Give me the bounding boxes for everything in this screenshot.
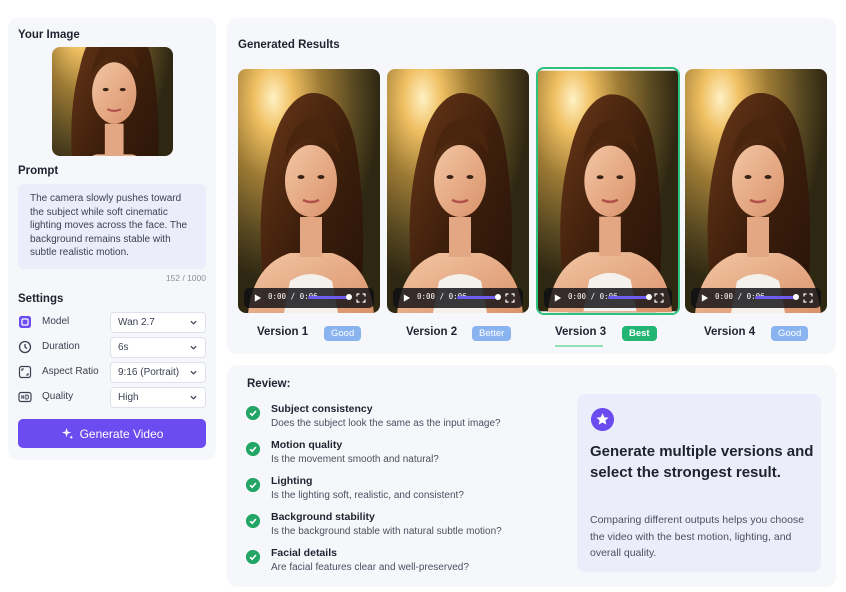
fullscreen-icon[interactable]	[356, 293, 366, 303]
setting-label: Aspect Ratio	[42, 366, 99, 377]
select-value: Wan 2.7	[118, 317, 155, 328]
video-controls: 0:00 / 0:06	[393, 288, 523, 308]
aspect-ratio-select[interactable]: 9:16 (Portrait)	[110, 362, 206, 383]
quality-select[interactable]: High	[110, 387, 206, 408]
progress-track[interactable]	[755, 296, 797, 299]
progress-knob[interactable]	[793, 294, 799, 300]
chevron-down-icon	[190, 395, 197, 400]
check-circle-icon	[246, 514, 260, 528]
results-panel: Generated Results 0:00 / 0:06 Version 1 …	[227, 18, 836, 354]
criterion-desc: Is the movement smooth and natural?	[271, 454, 439, 465]
criterion-title: Lighting	[271, 475, 313, 487]
check-circle-icon	[246, 442, 260, 456]
select-value: 6s	[118, 342, 129, 353]
generate-video-button[interactable]: Generate Video	[18, 419, 206, 448]
fullscreen-icon[interactable]	[654, 293, 664, 303]
video-controls: 0:00 / 0:06	[691, 288, 821, 308]
selected-indicator	[555, 345, 603, 347]
play-icon[interactable]	[700, 293, 709, 303]
criterion-title: Background stability	[271, 511, 375, 523]
play-icon[interactable]	[253, 293, 262, 303]
prompt-textarea[interactable]: The camera slowly pushes toward the subj…	[18, 184, 206, 269]
model-icon	[19, 316, 31, 328]
sparkle-icon	[61, 427, 73, 440]
prompt-title: Prompt	[18, 165, 59, 177]
quality-badge: Best	[622, 326, 657, 341]
quality-badge: Good	[324, 326, 362, 341]
progress-track[interactable]	[308, 296, 350, 299]
clock-icon	[18, 340, 32, 354]
duration-select[interactable]: 6s	[110, 337, 206, 358]
setting-model: Model Wan 2.7	[18, 312, 206, 333]
aspect-ratio-icon	[18, 365, 32, 379]
version-label: Version 1	[257, 326, 309, 338]
star-icon	[591, 408, 614, 431]
play-icon[interactable]	[402, 293, 411, 303]
criterion-title: Facial details	[271, 547, 337, 559]
chevron-down-icon	[190, 320, 197, 325]
check-circle-icon	[246, 478, 260, 492]
input-panel: Your Image Prompt The camera slowly push…	[8, 18, 216, 460]
criterion-desc: Are facial features clear and well-prese…	[271, 562, 469, 573]
input-image[interactable]	[52, 47, 173, 156]
criterion-desc: Does the subject look the same as the in…	[271, 418, 501, 429]
quality-badge: Better	[472, 326, 512, 341]
settings-title: Settings	[18, 293, 64, 305]
tip-card: Generate multiple versions and select th…	[577, 394, 821, 572]
char-counter: 152 / 1000	[165, 273, 206, 283]
progress-knob[interactable]	[346, 294, 352, 300]
setting-label: Duration	[42, 341, 80, 352]
fullscreen-icon[interactable]	[505, 293, 515, 303]
generate-video-label: Generate Video	[79, 426, 164, 441]
setting-quality: Quality High	[18, 387, 206, 408]
tip-body: Comparing different outputs helps you ch…	[590, 514, 805, 559]
progress-knob[interactable]	[646, 294, 652, 300]
fullscreen-icon[interactable]	[803, 293, 813, 303]
play-icon[interactable]	[553, 293, 562, 303]
criterion-desc: Is the lighting soft, realistic, and con…	[271, 490, 464, 501]
progress-knob[interactable]	[495, 294, 501, 300]
video-controls: 0:00 / 0:06	[244, 288, 374, 308]
review-panel: Review: Subject consistency Does the sub…	[227, 365, 836, 587]
review-title: Review:	[247, 378, 291, 390]
chevron-down-icon	[190, 370, 197, 375]
results-title: Generated Results	[238, 39, 340, 51]
your-image-title: Your Image	[18, 29, 80, 41]
criterion-title: Subject consistency	[271, 403, 373, 415]
setting-duration: Duration 6s	[18, 337, 206, 358]
video-version-4[interactable]: 0:00 / 0:06	[685, 69, 827, 313]
video-version-1[interactable]: 0:00 / 0:06	[238, 69, 380, 313]
video-controls: 0:00 / 0:06	[544, 288, 672, 308]
setting-aspect-ratio: Aspect Ratio 9:16 (Portrait)	[18, 362, 206, 383]
progress-track[interactable]	[608, 296, 650, 299]
video-version-2[interactable]: 0:00 / 0:06	[387, 69, 529, 313]
criterion-desc: Is the background stable with natural su…	[271, 526, 502, 537]
hd-icon	[18, 391, 32, 403]
version-label: Version 2	[406, 326, 458, 338]
criterion-title: Motion quality	[271, 439, 343, 451]
model-select[interactable]: Wan 2.7	[110, 312, 206, 333]
progress-track[interactable]	[457, 296, 499, 299]
chevron-down-icon	[190, 345, 197, 350]
select-value: High	[118, 392, 139, 403]
tip-heading: Generate multiple versions and select th…	[590, 443, 814, 481]
setting-label: Model	[42, 316, 70, 327]
check-circle-icon	[246, 406, 260, 420]
quality-badge: Good	[771, 326, 809, 341]
version-label: Version 3	[555, 326, 607, 338]
check-circle-icon	[246, 550, 260, 564]
setting-label: Quality	[42, 391, 74, 402]
select-value: 9:16 (Portrait)	[118, 367, 180, 378]
version-label: Version 4	[704, 326, 756, 338]
video-version-3[interactable]: 0:00 / 0:06	[536, 67, 680, 315]
